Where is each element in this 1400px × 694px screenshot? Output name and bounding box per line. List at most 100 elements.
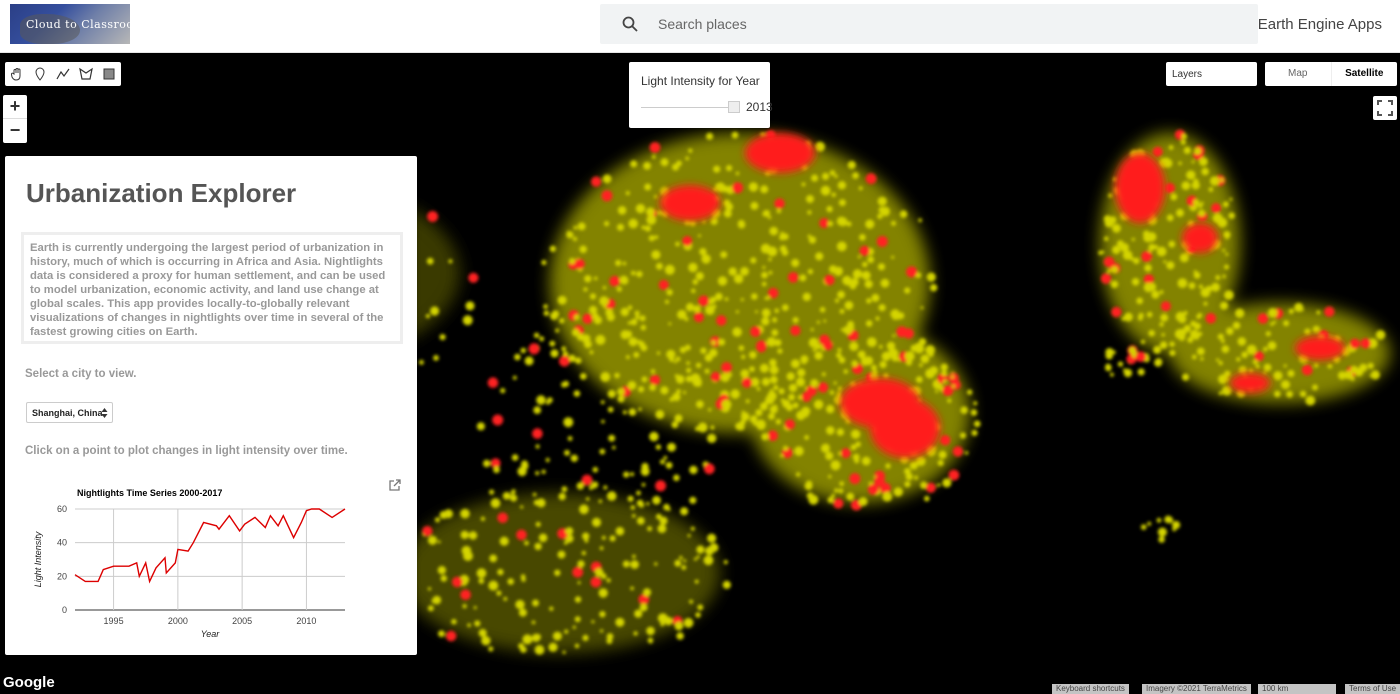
- nightlight-dot: [802, 292, 811, 302]
- nightlight-dot: [1122, 250, 1133, 260]
- nightlight-dot: [675, 356, 681, 362]
- search-input[interactable]: [658, 12, 1218, 36]
- nightlight-dot: [768, 413, 775, 420]
- nightlight-dot: [685, 156, 690, 161]
- nightlight-dot: [573, 390, 581, 397]
- fullscreen-icon[interactable]: [1373, 96, 1397, 120]
- point-tool[interactable]: [28, 62, 51, 86]
- nightlight-dot: [648, 235, 655, 242]
- nightlight-dot: [1172, 527, 1177, 532]
- polygon-icon: [78, 67, 93, 80]
- nightlight-dot: [1198, 331, 1203, 336]
- nightlights-chart[interactable]: Nightlights Time Series 2000-2017 0 20 40 60…: [25, 482, 355, 652]
- nightlight-dot: [740, 267, 749, 276]
- nightlight-dot: [823, 319, 827, 323]
- nightlight-dot: [617, 395, 625, 403]
- terms-link[interactable]: Terms of Use: [1345, 684, 1400, 694]
- nightlight-dot: [849, 341, 859, 351]
- polygon-tool[interactable]: [74, 62, 97, 86]
- nightlight-dot: [543, 310, 550, 317]
- nightlight-dot: [723, 560, 728, 565]
- nightlight-dot: [942, 478, 952, 488]
- rectangle-tool[interactable]: [97, 62, 120, 86]
- nightlight-dot: [654, 562, 658, 566]
- city-select[interactable]: Shanghai, China: [26, 402, 113, 423]
- popout-icon[interactable]: [388, 478, 402, 492]
- nightlight-dot: [518, 643, 525, 649]
- nightlight-dot: [549, 245, 557, 252]
- map-type-satellite-button[interactable]: Satellite: [1330, 62, 1398, 86]
- nightlight-dot: [1301, 364, 1313, 376]
- search-box[interactable]: [600, 4, 1258, 44]
- year-slider-track[interactable]: [641, 107, 729, 108]
- nightlight-dot: [721, 399, 732, 410]
- nightlight-dot: [557, 550, 566, 559]
- nightlight-dot: [497, 512, 509, 524]
- nightlight-dot: [705, 546, 714, 556]
- layers-dropdown[interactable]: Layers: [1166, 62, 1257, 86]
- nightlight-dot: [1135, 351, 1147, 363]
- nightlight-dot: [792, 402, 799, 409]
- nightlight-dot: [638, 386, 645, 393]
- nightlight-dot: [1159, 322, 1164, 327]
- nightlight-dot: [1225, 252, 1229, 256]
- nightlight-dot: [755, 310, 758, 314]
- nightlight-dot: [451, 618, 457, 625]
- map-type-map-button[interactable]: Map: [1265, 62, 1331, 86]
- nightlight-dot: [600, 372, 611, 382]
- light-intensity-series-line: [74, 508, 346, 584]
- nightlight-dot: [606, 633, 614, 640]
- nightlight-dot: [1112, 223, 1121, 233]
- nightlight-dot: [1201, 167, 1209, 176]
- search-icon[interactable]: [622, 16, 638, 32]
- google-logo: Google: [3, 674, 55, 691]
- nightlight-dot: [617, 387, 625, 396]
- nightlight-dot: [925, 482, 937, 493]
- nightlight-dot: [1209, 176, 1220, 186]
- nightlight-dot: [880, 278, 890, 288]
- nightlight-dot: [507, 578, 514, 585]
- nightlight-dot: [571, 328, 580, 337]
- hand-icon: [10, 68, 20, 81]
- nightlight-dot: [750, 418, 754, 423]
- nightlight-dot: [467, 623, 471, 628]
- nightlight-dot: [647, 526, 653, 532]
- pan-hand-tool[interactable]: [5, 62, 28, 86]
- earth-engine-apps-link[interactable]: Earth Engine Apps: [1258, 16, 1382, 33]
- nightlight-dot: [1228, 212, 1235, 219]
- nightlight-dot: [838, 199, 846, 207]
- nightlight-dot: [909, 461, 918, 470]
- nightlight-dot: [755, 409, 763, 417]
- nightlight-dot: [973, 401, 978, 406]
- line-tool[interactable]: [51, 62, 74, 86]
- nightlight-dot: [797, 368, 806, 377]
- keyboard-shortcuts-link[interactable]: Keyboard shortcuts: [1052, 684, 1129, 694]
- nightlight-dot: [865, 219, 875, 229]
- imagery-attribution: Imagery ©2021 TerraMetrics: [1142, 684, 1251, 694]
- nightlight-dot: [749, 366, 755, 372]
- app-logo[interactable]: Cloud to Classroom: [10, 4, 130, 44]
- nightlight-dot: [582, 634, 589, 642]
- nightlight-dot: [698, 295, 709, 307]
- nightlight-dot: [788, 393, 795, 401]
- year-slider-thumb[interactable]: [728, 101, 740, 113]
- nightlight-dot: [778, 388, 785, 395]
- nightlight-dot: [929, 284, 938, 292]
- nightlight-dot: [756, 387, 761, 391]
- nightlight-dot: [500, 388, 506, 394]
- nightlight-dot: [559, 318, 565, 324]
- nightlight-dot: [1286, 390, 1293, 398]
- nightlight-dot: [771, 329, 779, 337]
- zoom-out-button[interactable]: −: [3, 119, 27, 143]
- nightlight-dot: [425, 313, 431, 319]
- city-select-label: Select a city to view.: [25, 368, 137, 380]
- nightlight-dot: [1166, 214, 1174, 222]
- nightlight-dot: [774, 198, 785, 209]
- zoom-in-button[interactable]: +: [3, 95, 27, 119]
- nightlight-dot: [774, 339, 782, 347]
- nightlight-dot: [674, 559, 682, 567]
- nightlight-dot: [534, 633, 541, 641]
- nightlight-dot: [1186, 170, 1196, 180]
- nightlight-dot: [468, 272, 479, 283]
- nightlight-dot: [562, 650, 566, 654]
